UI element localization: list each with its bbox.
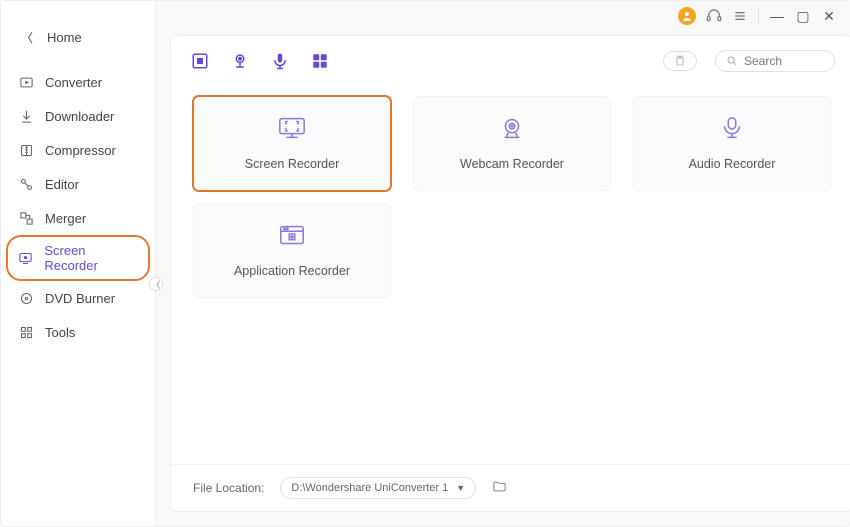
screen-recorder-icon [17, 249, 34, 267]
record-app-mode-icon[interactable] [309, 50, 331, 72]
application-window-icon [277, 223, 307, 250]
back-chevron-icon[interactable]: 〈 [21, 29, 33, 46]
card-label: Application Recorder [234, 264, 350, 278]
file-location-label: File Location: [193, 481, 264, 495]
clipboard-button[interactable] [663, 51, 697, 71]
sidebar-item-editor[interactable]: Editor [7, 168, 149, 200]
user-avatar-icon[interactable] [678, 7, 696, 25]
sidebar-label: Compressor [45, 143, 116, 158]
app-frame: — ▢ ✕ 〈 Home Converter Downloader Compre… [0, 0, 850, 527]
close-button[interactable]: ✕ [821, 8, 837, 25]
title-bar: — ▢ ✕ [666, 1, 849, 31]
card-application-recorder[interactable]: Application Recorder [193, 203, 391, 298]
file-location-dropdown[interactable]: D:\Wondershare UniConverter 1 ▼ [280, 477, 476, 499]
card-label: Screen Recorder [245, 157, 340, 171]
sidebar-label: Downloader [45, 109, 114, 124]
compressor-icon [17, 141, 35, 159]
sidebar-label: Converter [45, 75, 102, 90]
tools-icon [17, 323, 35, 341]
file-location-path: D:\Wondershare UniConverter 1 [291, 482, 448, 494]
footer-bar: File Location: D:\Wondershare UniConvert… [171, 464, 850, 511]
search-input[interactable] [744, 54, 824, 68]
sidebar-item-compressor[interactable]: Compressor [7, 134, 149, 166]
home-row[interactable]: 〈 Home [1, 11, 155, 66]
microphone-icon [717, 116, 747, 143]
card-screen-recorder[interactable]: Screen Recorder [193, 96, 391, 191]
menu-icon[interactable] [732, 8, 748, 24]
main-area: Screen Recorder Webcam Recorder Audio Re… [156, 1, 850, 526]
sidebar-item-dvd-burner[interactable]: DVD Burner [7, 282, 149, 314]
sidebar-item-tools[interactable]: Tools [7, 316, 149, 348]
sidebar-collapse-button[interactable]: 〈 [149, 277, 163, 291]
sidebar-label: Tools [45, 325, 75, 340]
record-webcam-mode-icon[interactable] [229, 50, 251, 72]
content-panel: Screen Recorder Webcam Recorder Audio Re… [170, 35, 850, 512]
editor-icon [17, 175, 35, 193]
monitor-icon [277, 116, 307, 143]
record-audio-mode-icon[interactable] [269, 50, 291, 72]
search-box[interactable] [715, 50, 835, 72]
merger-icon [17, 209, 35, 227]
webcam-icon [497, 116, 527, 143]
open-folder-button[interactable] [492, 479, 507, 497]
maximize-button[interactable]: ▢ [795, 8, 811, 25]
record-screen-mode-icon[interactable] [189, 50, 211, 72]
chevron-down-icon: ▼ [456, 483, 465, 493]
sidebar-label: Screen Recorder [44, 243, 139, 273]
sidebar-label: DVD Burner [45, 291, 115, 306]
recorder-grid: Screen Recorder Webcam Recorder Audio Re… [171, 80, 850, 464]
converter-icon [17, 73, 35, 91]
home-label: Home [47, 30, 82, 45]
sidebar-item-merger[interactable]: Merger [7, 202, 149, 234]
card-webcam-recorder[interactable]: Webcam Recorder [413, 96, 611, 191]
sidebar-item-screen-recorder[interactable]: Screen Recorder [7, 236, 149, 280]
card-label: Audio Recorder [689, 157, 776, 171]
minimize-button[interactable]: — [769, 8, 785, 24]
search-icon [726, 55, 738, 67]
card-label: Webcam Recorder [460, 157, 564, 171]
card-audio-recorder[interactable]: Audio Recorder [633, 96, 831, 191]
sidebar-label: Editor [45, 177, 79, 192]
mode-toolbar [171, 36, 850, 80]
downloader-icon [17, 107, 35, 125]
sidebar-label: Merger [45, 211, 86, 226]
sidebar: 〈 Home Converter Downloader Compressor E… [1, 1, 156, 526]
sidebar-item-converter[interactable]: Converter [7, 66, 149, 98]
titlebar-divider [758, 8, 759, 24]
sidebar-item-downloader[interactable]: Downloader [7, 100, 149, 132]
support-headset-icon[interactable] [706, 8, 722, 24]
dvd-burner-icon [17, 289, 35, 307]
